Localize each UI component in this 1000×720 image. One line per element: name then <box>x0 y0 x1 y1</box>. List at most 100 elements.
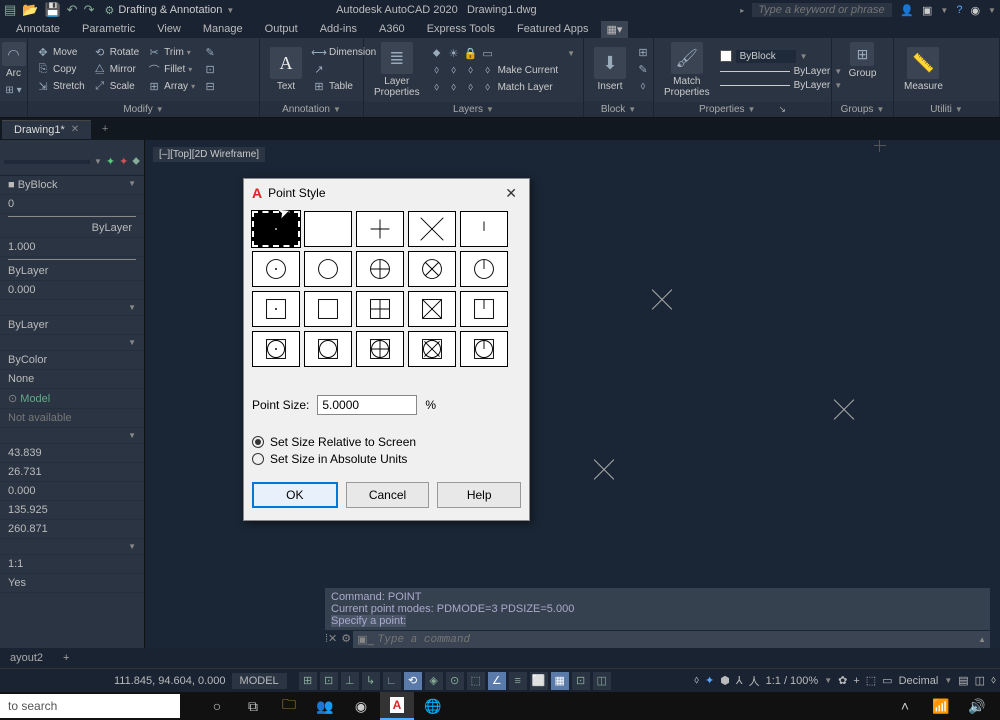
menu-annotate[interactable]: Annotate <box>6 21 70 37</box>
pdmode-68[interactable] <box>460 291 508 327</box>
gizmo-icon[interactable]: ⬢ <box>720 674 730 687</box>
prop-yes[interactable]: Yes <box>0 574 144 593</box>
prop-c3[interactable]: 0.000 <box>0 482 144 501</box>
grid-toggle-icon[interactable]: ⊞ <box>299 672 317 690</box>
qat-new-icon[interactable]: ▤ <box>4 2 16 18</box>
block-icon-2[interactable]: ✎ <box>634 62 652 78</box>
annoscale-icon[interactable]: ⅄ <box>736 674 743 687</box>
pdmode-1[interactable] <box>304 211 352 247</box>
cortana-icon[interactable]: ○ <box>200 692 234 720</box>
wcs-icon[interactable]: ⬨ <box>694 674 699 687</box>
group-button[interactable]: ⊞Group <box>845 40 881 81</box>
pdmode-67[interactable] <box>408 291 456 327</box>
help-search-input[interactable] <box>752 3 892 17</box>
sel-toggle-icon[interactable]: ▦ <box>551 672 569 690</box>
arc-button[interactable]: ◠Arc <box>0 40 30 81</box>
modify-icon-1[interactable]: ✎ <box>201 45 219 61</box>
point-object[interactable] <box>830 395 858 423</box>
command-line[interactable]: ▣_ ▲ <box>353 631 990 648</box>
menu-addins[interactable]: Add-ins <box>310 21 367 37</box>
layer-states-row[interactable]: ⬥☀🔒▭▼ <box>428 45 577 61</box>
prop-layer[interactable]: 0 <box>0 195 144 214</box>
ok-button[interactable]: OK <box>252 482 338 508</box>
prop-model[interactable]: ⊙ Model <box>0 389 144 409</box>
text-button[interactable]: AText <box>266 45 306 94</box>
measure-button[interactable]: 📏Measure <box>900 45 947 94</box>
point-object[interactable] <box>590 455 618 483</box>
command-input[interactable] <box>378 634 974 646</box>
qat-redo-icon[interactable]: ↷ <box>84 2 95 18</box>
dialog-close-button[interactable]: ✕ <box>501 185 521 202</box>
fillet-button[interactable]: ⌒Fillet ▾ <box>145 62 197 78</box>
menu-express[interactable]: Express Tools <box>417 21 505 37</box>
block-icon-3[interactable]: ⬨ <box>634 79 652 95</box>
more-icon-2[interactable]: ▭ <box>882 674 892 687</box>
panel-utilities-label[interactable]: Utiliti▼ <box>894 101 999 117</box>
sound-icon[interactable]: 🔊 <box>960 692 994 720</box>
coordinates-readout[interactable]: 111.845, 94.604, 0.000 <box>114 675 226 687</box>
menu-manage[interactable]: Manage <box>193 21 253 37</box>
panel-groups-label[interactable]: Groups▼ <box>832 101 893 117</box>
pdmode-97[interactable] <box>304 331 352 367</box>
prop-bylayer3[interactable]: ByLayer <box>0 316 144 335</box>
pdmode-65[interactable] <box>304 291 352 327</box>
palette-icon-3[interactable]: ⬥ <box>132 155 140 168</box>
menu-parametric[interactable]: Parametric <box>72 21 145 37</box>
point-object[interactable] <box>648 285 676 313</box>
prop-c2[interactable]: 26.731 <box>0 463 144 482</box>
workspace-switcher[interactable]: ⚙ Drafting & Annotation ▼ <box>104 4 234 17</box>
prop-c4[interactable]: 135.925 <box>0 501 144 520</box>
person-icon[interactable]: 人 <box>749 673 760 689</box>
match-layer-button[interactable]: ⬨⬨⬨⬨Match Layer <box>428 79 577 95</box>
help-button[interactable]: Help <box>437 482 521 508</box>
gear-icon[interactable]: ✿ <box>838 674 847 687</box>
panel-layers-label[interactable]: Layers▼ <box>364 102 583 117</box>
snap-toggle-icon[interactable]: ⊡ <box>320 672 338 690</box>
pdmode-64[interactable] <box>252 291 300 327</box>
prop-section[interactable]: ▼ <box>0 300 144 316</box>
panel-annotation-label[interactable]: Annotation▼ <box>260 101 363 117</box>
pdmode-66[interactable] <box>356 291 404 327</box>
tpy-toggle-icon[interactable]: ⬜ <box>530 672 548 690</box>
status-icon-c[interactable]: ⬨ <box>991 674 996 687</box>
layer-properties-button[interactable]: ≣Layer Properties <box>370 40 424 100</box>
sc-toggle-icon[interactable]: ◫ <box>593 672 611 690</box>
prop-c5[interactable]: 260.871 <box>0 520 144 539</box>
command-history[interactable]: Command: POINT Current point modes: PDMO… <box>325 588 990 630</box>
prop-c1[interactable]: 43.839 <box>0 444 144 463</box>
plus-icon[interactable]: + <box>853 675 859 687</box>
trim-button[interactable]: ✂Trim ▾ <box>145 45 197 61</box>
pdmode-32[interactable] <box>252 251 300 287</box>
pdmode-36[interactable] <box>460 251 508 287</box>
cmd-cfg-icon[interactable]: ⚙ <box>341 632 351 645</box>
status-icon-a[interactable]: ▤ <box>958 674 968 687</box>
taskview-icon[interactable]: ⧉ <box>236 692 270 720</box>
palette-icon-2[interactable]: ✦ <box>119 155 128 168</box>
explorer-icon[interactable]: 🗀 <box>272 692 306 720</box>
chrome-icon[interactable]: 🌐 <box>416 692 450 720</box>
close-icon[interactable]: ✕ <box>71 124 79 135</box>
qp-toggle-icon[interactable]: ⊡ <box>572 672 590 690</box>
menu-view[interactable]: View <box>147 21 191 37</box>
prop-ltscale[interactable]: 1.000 <box>0 238 144 257</box>
otrack-toggle-icon[interactable]: ∠ <box>488 672 506 690</box>
cmd-history-icon[interactable]: ▲ <box>978 635 986 644</box>
qat-open-icon[interactable]: 📂 <box>22 2 38 18</box>
panel-properties-label[interactable]: Properties▼↘ <box>654 102 831 117</box>
layout-add-button[interactable]: + <box>53 650 79 666</box>
infer-toggle-icon[interactable]: ⊥ <box>341 672 359 690</box>
cancel-button[interactable]: Cancel <box>346 482 430 508</box>
menu-output[interactable]: Output <box>255 21 308 37</box>
obs-icon[interactable]: ◉ <box>344 692 378 720</box>
iso-toggle-icon[interactable]: ◈ <box>425 672 443 690</box>
linetype-dropdown[interactable]: ByLayer▼ <box>718 65 845 78</box>
layout-tab[interactable]: ayout2 <box>0 650 53 666</box>
dyn-toggle-icon[interactable]: ↳ <box>362 672 380 690</box>
modify-icon-3[interactable]: ⊟ <box>201 79 219 95</box>
modify-icon-2[interactable]: ⊡ <box>201 62 219 78</box>
insert-button[interactable]: ⬇Insert <box>590 45 630 94</box>
block-icon-1[interactable]: ⊞ <box>634 45 652 61</box>
autocad-taskbar-icon[interactable]: A <box>380 692 414 720</box>
3dosnap-toggle-icon[interactable]: ⬚ <box>467 672 485 690</box>
help-icon[interactable]: ? <box>956 4 962 16</box>
